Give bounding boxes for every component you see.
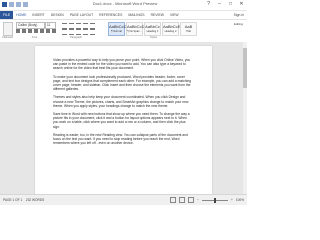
tab-insert[interactable]: INSERT: [29, 11, 47, 19]
tab-page-layout[interactable]: PAGE LAYOUT: [67, 11, 96, 19]
quick-access-toolbar: [2, 2, 28, 7]
underline-icon[interactable]: [28, 29, 32, 33]
paragraph[interactable]: Themes and styles also help keep your do…: [53, 95, 193, 108]
vertical-scrollbar[interactable]: [243, 42, 247, 194]
font-color-icon[interactable]: [52, 29, 56, 33]
zoom-out-icon[interactable]: −: [197, 195, 199, 205]
align-center-icon[interactable]: [69, 29, 74, 35]
zoom-in-icon[interactable]: +: [231, 195, 233, 205]
style-no-spacing[interactable]: AaBbCcDc ¶ No Spac...: [126, 22, 147, 36]
zoom-slider-thumb[interactable]: [213, 197, 216, 203]
word-count[interactable]: 232 WORDS: [26, 198, 44, 202]
window-title: Doc1.docx - Microsoft Word Preview: [92, 1, 158, 6]
style-normal[interactable]: AaBbCcDc ¶ Normal: [108, 22, 129, 36]
help-button[interactable]: ?: [205, 1, 212, 8]
font-format-buttons: [16, 29, 56, 33]
paragraph[interactable]: Reading is easier, too, in the new Readi…: [53, 133, 193, 146]
editing-group[interactable]: Editing: [234, 22, 243, 26]
tab-view[interactable]: VIEW: [167, 11, 182, 19]
ribbon-tabs: FILE HOME INSERT DESIGN PAGE LAYOUT REFE…: [0, 11, 247, 20]
style-heading-1[interactable]: AaBbCc Heading 1: [144, 22, 161, 36]
status-bar: PAGE 1 OF 1 232 WORDS − + 100%: [0, 194, 247, 205]
title-bar: Doc1.docx - Microsoft Word Preview ? – □…: [0, 0, 247, 11]
paste-button[interactable]: [3, 22, 13, 36]
minimize-button[interactable]: –: [216, 1, 223, 8]
zoom-level[interactable]: 100%: [236, 195, 244, 205]
style-title[interactable]: AaB Title: [180, 22, 197, 36]
tab-references[interactable]: REFERENCES: [96, 11, 125, 19]
tab-mailings[interactable]: MAILINGS: [125, 11, 147, 19]
view-controls: − + 100%: [170, 195, 244, 205]
line-spacing-icon[interactable]: [90, 29, 95, 35]
justify-icon[interactable]: [83, 29, 88, 35]
group-label-clipboard: Clipboard: [2, 36, 14, 39]
paragraph[interactable]: Save time in Word with new buttons that …: [53, 112, 193, 129]
italic-icon[interactable]: [22, 29, 26, 33]
styles-gallery: AaBbCcDc ¶ Normal AaBbCcDc ¶ No Spac... …: [108, 22, 197, 36]
subscript-icon[interactable]: [40, 29, 44, 33]
paragraph[interactable]: Video provides a powerful way to help yo…: [53, 58, 193, 71]
align-left-icon[interactable]: [62, 29, 67, 35]
page-count[interactable]: PAGE 1 OF 1: [3, 198, 22, 202]
print-layout-icon[interactable]: [179, 197, 186, 203]
document-body[interactable]: Video provides a powerful way to help yo…: [53, 58, 193, 149]
font-size-select[interactable]: 11: [45, 22, 56, 29]
window-controls: ? – □ ✕: [205, 1, 245, 8]
scrollbar-thumb[interactable]: [243, 48, 247, 88]
tab-design[interactable]: DESIGN: [48, 11, 67, 19]
sign-in-link[interactable]: Sign in: [234, 11, 244, 19]
align-right-icon[interactable]: [76, 29, 81, 35]
group-label-font: Font: [32, 36, 38, 39]
save-icon[interactable]: [9, 2, 14, 7]
maximize-button[interactable]: □: [227, 1, 234, 8]
strikethrough-icon[interactable]: [34, 29, 38, 33]
group-label-paragraph: Paragraph: [70, 36, 83, 39]
tab-file[interactable]: FILE: [0, 11, 14, 19]
align-buttons: [62, 29, 95, 35]
close-button[interactable]: ✕: [238, 1, 245, 8]
style-heading-2[interactable]: AaBbCcE Heading 2: [162, 22, 180, 36]
redo-icon[interactable]: [23, 2, 28, 7]
ribbon: Calibri (Body) 11 AaBbCcDc ¶ Normal AaBb…: [0, 19, 247, 43]
superscript-icon[interactable]: [46, 29, 50, 33]
zoom-slider[interactable]: [201, 197, 228, 203]
paragraph[interactable]: To make your document look professionall…: [53, 75, 193, 92]
undo-icon[interactable]: [16, 2, 21, 7]
web-layout-icon[interactable]: [188, 197, 195, 203]
font-name-select[interactable]: Calibri (Body): [16, 22, 45, 29]
document-canvas[interactable]: Video provides a powerful way to help yo…: [0, 42, 247, 194]
group-label-styles: Styles: [150, 36, 158, 39]
bold-icon[interactable]: [16, 29, 20, 33]
word-app-icon: [2, 2, 7, 7]
read-mode-icon[interactable]: [170, 197, 177, 203]
tab-review[interactable]: REVIEW: [148, 11, 167, 19]
document-page[interactable]: Video provides a powerful way to help yo…: [35, 46, 212, 194]
